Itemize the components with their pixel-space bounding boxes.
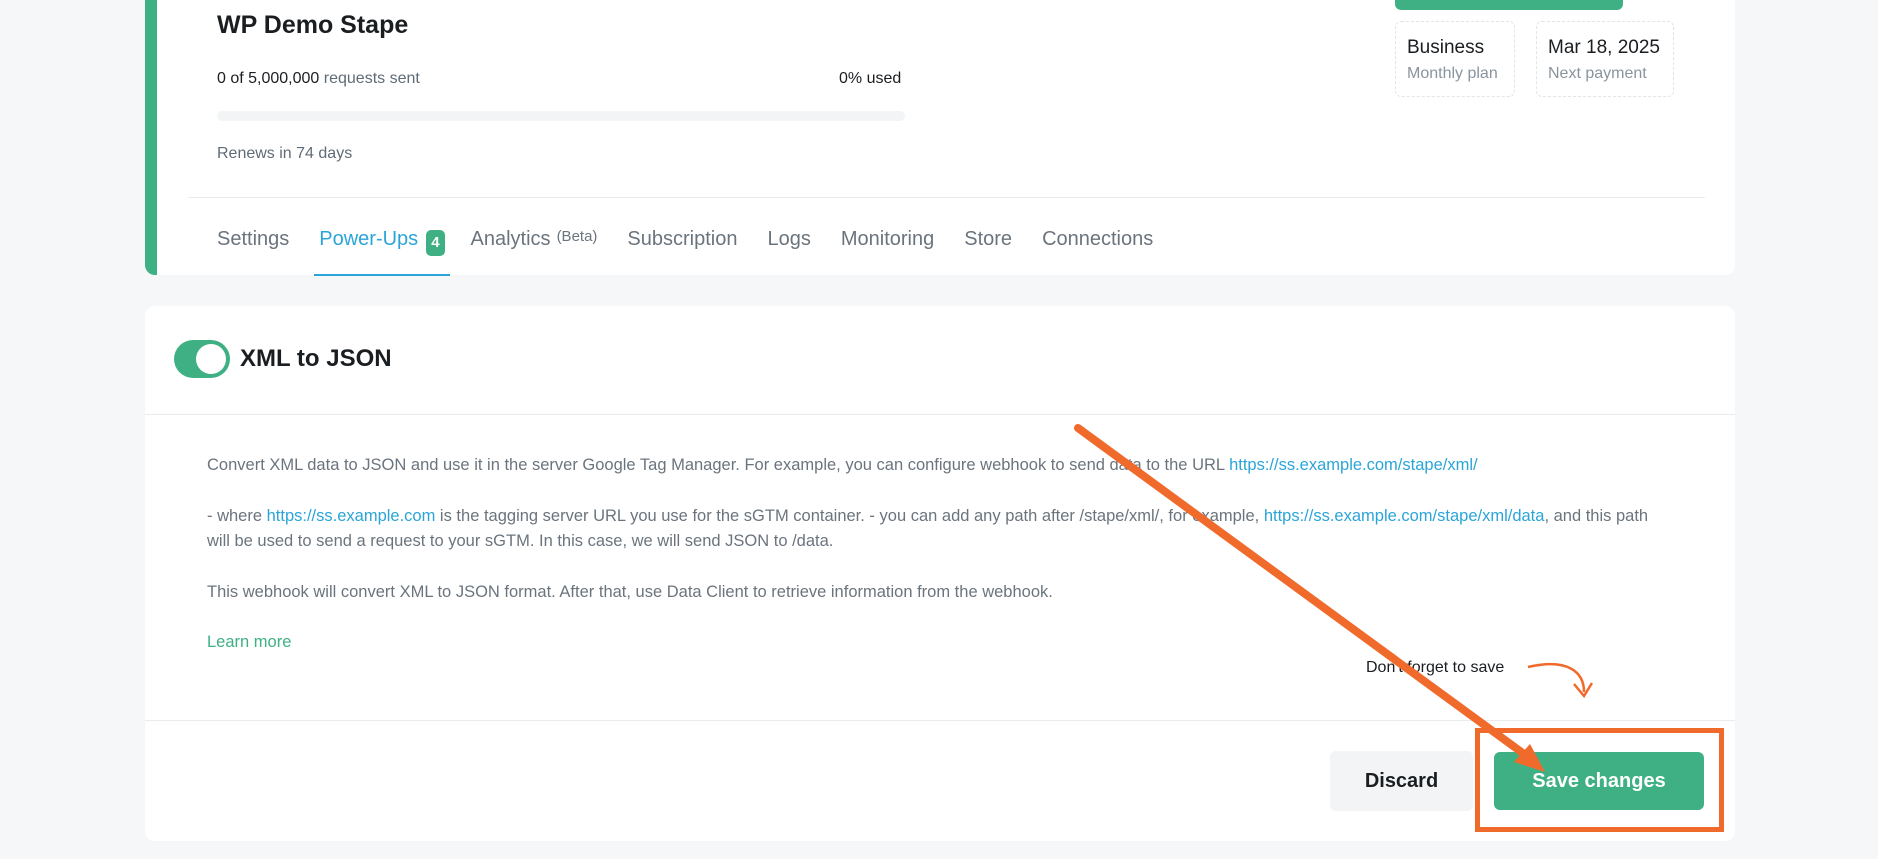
requests-summary: 0 of 5,000,000 requests sent [217,70,420,88]
container-tabs: Settings Power-Ups 4 Analytics (Beta) Su… [217,218,1183,276]
tab-logs[interactable]: Logs [767,218,810,276]
tab-label: Logs [767,228,811,250]
tab-monitoring[interactable]: Monitoring [841,218,934,276]
next-payment-date: Mar 18, 2025 [1548,37,1660,58]
description-text: - where [207,507,267,525]
tab-power-ups[interactable]: Power-Ups 4 [314,218,450,276]
divider [188,197,1705,198]
tab-subscription[interactable]: Subscription [627,218,737,276]
beta-label: (Beta) [556,228,598,245]
description-text: is the tagging server URL you use for th… [435,507,1264,525]
tab-label: Subscription [627,228,738,250]
power-ups-count-badge: 4 [426,230,445,256]
description-paragraph: Convert XML data to JSON and use it in t… [207,453,1667,478]
tab-label: Store [964,228,1013,250]
tagging-server-url-link[interactable]: https://ss.example.com [267,507,436,525]
tab-label: Power-Ups [319,228,419,250]
tab-label: Connections [1042,228,1154,250]
renewal-text: Renews in 74 days [217,145,353,162]
example-url-link[interactable]: https://ss.example.com/stape/xml/ [1229,456,1478,474]
requests-label: requests sent [323,70,420,87]
next-payment-label: Next payment [1548,65,1647,82]
learn-more-link[interactable]: Learn more [207,633,291,652]
plan-info-box: Business Monthly plan [1395,21,1515,97]
description-paragraph: - where https://ss.example.com is the ta… [207,504,1667,554]
save-reminder-note: Don't forget to save [1366,659,1505,676]
description-text: Convert XML data to JSON and use it in t… [207,456,1230,474]
example-path-link[interactable]: https://ss.example.com/stape/xml/data [1264,507,1545,525]
usage-percent: 0% used [839,70,902,87]
tab-store[interactable]: Store [964,218,1012,276]
divider [145,720,1735,721]
usage-progress-bar [217,111,905,121]
tab-label: Settings [217,228,290,250]
power-up-enable-toggle[interactable] [174,340,230,378]
description-paragraph: This webhook will convert XML to JSON fo… [207,583,1053,601]
toggle-knob [196,344,226,374]
tab-analytics[interactable]: Analytics (Beta) [471,218,598,276]
upgrade-button[interactable] [1395,0,1623,10]
tab-settings[interactable]: Settings [217,218,289,276]
tab-label: Analytics [470,228,551,250]
plan-label: Monthly plan [1407,65,1498,82]
power-up-title: XML to JSON [240,345,392,372]
requests-count: 0 of 5,000,000 [217,70,320,87]
payment-info-box: Mar 18, 2025 Next payment [1536,21,1674,97]
tab-label: Monitoring [840,228,935,250]
plan-name: Business [1407,37,1485,58]
save-changes-button[interactable]: Save changes [1494,752,1704,810]
tab-connections[interactable]: Connections [1042,218,1153,276]
container-accent-bar [145,0,157,275]
divider [145,414,1735,415]
discard-button[interactable]: Discard [1330,751,1473,811]
container-title: WP Demo Stape [217,11,409,39]
